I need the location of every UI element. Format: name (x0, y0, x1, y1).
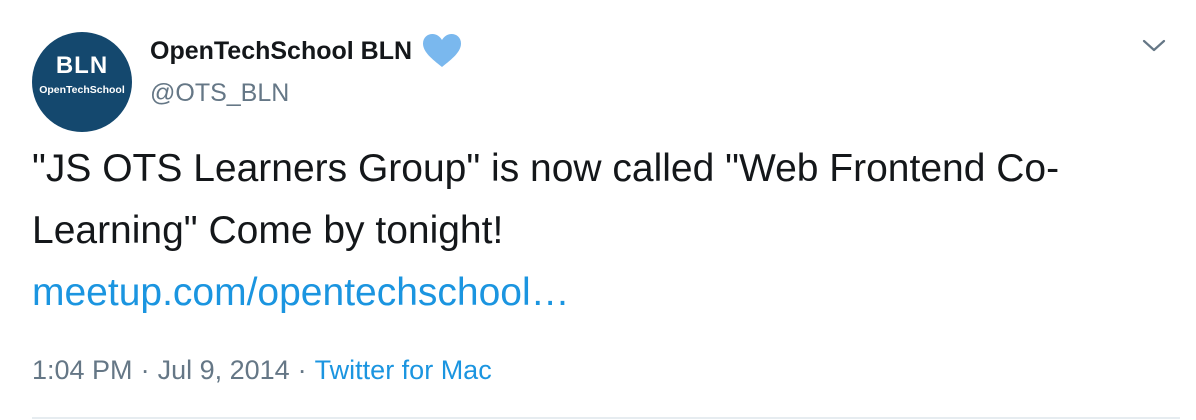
display-name-row: OpenTechSchool BLN (150, 32, 462, 70)
tweet-date[interactable]: Jul 9, 2014 (158, 355, 290, 385)
author-block[interactable]: OpenTechSchool BLN @OTS_BLN (150, 32, 462, 108)
tweet-text: "JS OTS Learners Group" is now called "W… (32, 147, 1060, 252)
tweet-link[interactable]: meetup.com/opentechschool… (32, 262, 570, 324)
handle[interactable]: @OTS_BLN (150, 78, 462, 108)
tweet-card: BLN OpenTechSchool OpenTechSchool BLN @O… (0, 0, 1196, 420)
tweet-meta: 1:04 PM · Jul 9, 2014 · Twitter for Mac (32, 350, 492, 390)
display-name[interactable]: OpenTechSchool BLN (150, 32, 412, 70)
tweet-source-link[interactable]: Twitter for Mac (315, 355, 492, 385)
meta-separator: · (140, 355, 150, 385)
avatar[interactable]: BLN OpenTechSchool (32, 32, 132, 132)
meta-separator: · (297, 355, 307, 385)
avatar-text-opentechschool: OpenTechSchool (39, 84, 125, 96)
tweet-time[interactable]: 1:04 PM (32, 355, 133, 385)
divider (32, 417, 1180, 419)
chevron-down-icon[interactable] (1139, 34, 1169, 58)
avatar-text-bln: BLN (55, 52, 109, 79)
blue-heart-icon (422, 33, 462, 69)
